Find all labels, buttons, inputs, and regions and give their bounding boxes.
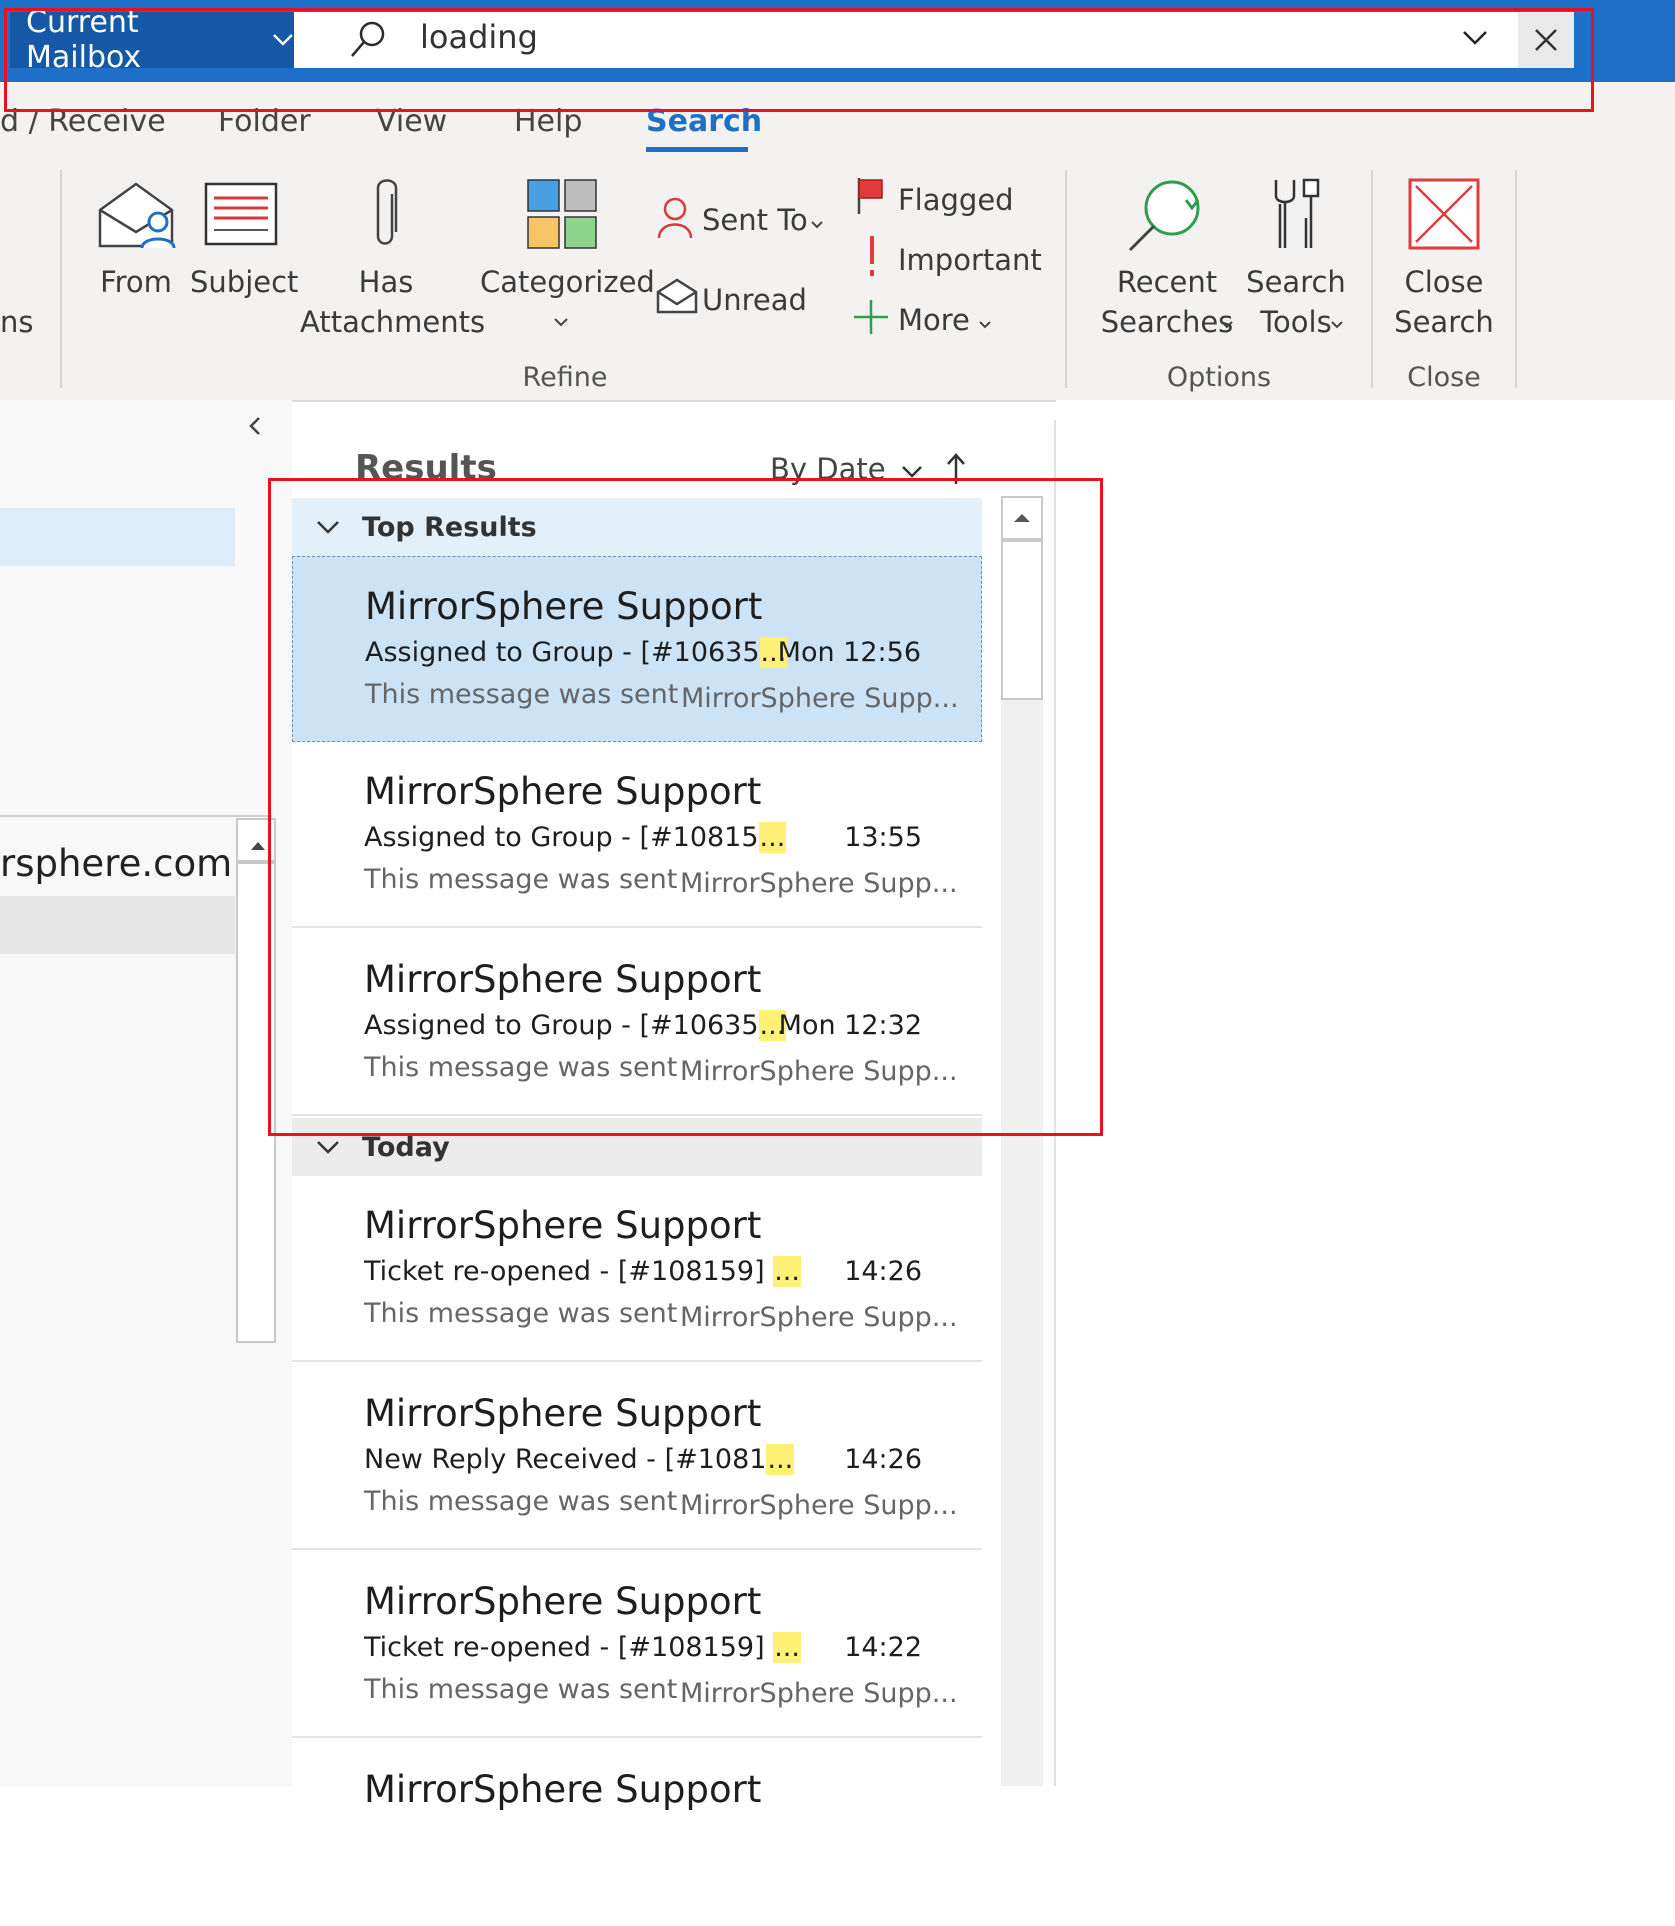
subject-button[interactable]: Subject: [190, 262, 298, 302]
search-tools-label-1: Search: [1246, 265, 1346, 299]
item-time: 14:26: [844, 1256, 922, 1287]
group-label-close: Close: [1407, 362, 1481, 393]
paperclip-icon: [370, 176, 402, 252]
has-attachments-label-1: Has: [358, 265, 414, 299]
ribbon-separator: [60, 170, 62, 388]
reading-pane: [1056, 400, 1675, 1786]
item-sender: MirrorSphere Support: [364, 1204, 762, 1247]
person-icon: [656, 196, 694, 240]
item-subject: Ticket re-opened - [#108159] ...: [364, 1632, 801, 1663]
flag-icon: [856, 176, 886, 216]
sent-to-button[interactable]: Sent To: [702, 200, 808, 240]
from-button[interactable]: From: [96, 262, 176, 302]
from-icon: [96, 180, 176, 250]
folder-item-selected[interactable]: [0, 508, 235, 566]
chevron-down-icon: [1220, 314, 1234, 333]
chevron-down-icon: [901, 466, 922, 478]
item-time: 14:26: [844, 1444, 922, 1475]
item-subject: New Reply Received - [#1081...: [364, 1444, 795, 1475]
item-sender: MirrorSphere Support: [364, 1392, 762, 1435]
important-button[interactable]: Important: [898, 240, 1042, 280]
ribbon-left-fragment: ns: [0, 305, 34, 339]
annotation-box-top-results: [268, 478, 1103, 1136]
more-button[interactable]: More: [898, 300, 970, 340]
close-search-label-2: Search: [1394, 305, 1494, 339]
annotation-box-search-bar: [4, 8, 1594, 112]
chevron-down-icon: [317, 1141, 339, 1154]
envelope-open-icon: [656, 278, 698, 314]
chevron-down-icon: [810, 214, 824, 233]
folder-pane-divider: [0, 815, 272, 817]
categorized-button[interactable]: Categorized: [480, 262, 655, 302]
list-item[interactable]: MirrorSphere Support Ticket re-opened - …: [292, 1552, 982, 1738]
group-label-options: Options: [1166, 362, 1272, 393]
active-tab-indicator: [646, 147, 748, 152]
close-search-button[interactable]: Close Search: [1390, 262, 1498, 342]
item-sender: MirrorSphere Support: [364, 1580, 762, 1623]
close-search-label-1: Close: [1404, 265, 1484, 299]
chevron-down-icon: [978, 314, 992, 333]
item-subject: Ticket re-opened - [#108159] ...: [364, 1256, 801, 1287]
chevron-down-icon: [553, 312, 569, 331]
item-preview: This message was sent: [364, 1486, 678, 1517]
close-search-icon: [1408, 178, 1480, 250]
folder-item-hover[interactable]: [0, 896, 235, 954]
search-hit-highlight: ...: [773, 1256, 801, 1287]
tools-icon: [1270, 178, 1324, 250]
recent-searches-icon: [1126, 178, 1202, 254]
important-icon: [866, 236, 878, 278]
ribbon-separator: [1065, 170, 1067, 388]
group-name: Today: [362, 1131, 450, 1163]
search-hit-highlight: ...: [773, 1632, 801, 1663]
search-hit-highlight: ...: [766, 1444, 795, 1475]
recent-searches-label-1: Recent: [1116, 265, 1218, 299]
list-item[interactable]: MirrorSphere Support Ticket re-opened - …: [292, 1176, 982, 1362]
list-item[interactable]: MirrorSphere Support: [292, 1740, 982, 1926]
flagged-button[interactable]: Flagged: [898, 180, 1014, 220]
account-name[interactable]: rsphere.com: [0, 842, 232, 885]
scroll-up-icon[interactable]: [250, 836, 266, 855]
subject-icon: [204, 182, 278, 246]
item-from: MirrorSphere Supp...: [680, 1678, 958, 1709]
item-preview: This message was sent: [364, 1674, 678, 1705]
list-item[interactable]: MirrorSphere Support New Reply Received …: [292, 1364, 982, 1550]
item-from: MirrorSphere Supp...: [680, 1490, 958, 1521]
collapse-pane-chevron-icon[interactable]: [246, 414, 264, 442]
ribbon-separator: [1371, 170, 1373, 388]
item-from: MirrorSphere Supp...: [680, 1302, 958, 1333]
item-preview: This message was sent: [364, 1298, 678, 1329]
chevron-down-icon: [1330, 314, 1344, 333]
item-time: 14:22: [844, 1632, 922, 1663]
plus-icon: [852, 298, 890, 336]
ribbon-separator: [1515, 170, 1517, 388]
categories-icon: [526, 178, 598, 250]
group-label-refine: Refine: [522, 362, 608, 393]
item-sender: MirrorSphere Support: [364, 1768, 762, 1811]
has-attachments-button[interactable]: Has Attachments: [300, 262, 486, 342]
unread-button[interactable]: Unread: [702, 280, 807, 320]
has-attachments-label-2: Attachments: [300, 305, 486, 339]
